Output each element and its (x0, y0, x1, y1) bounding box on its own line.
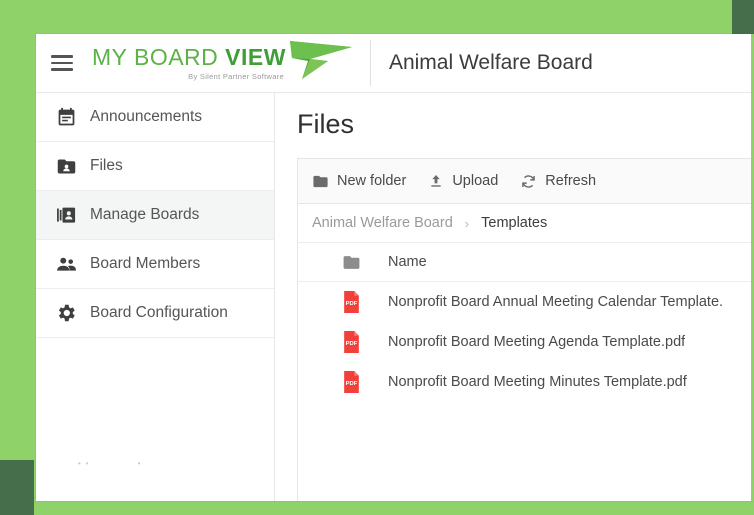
sidebar-footer: •• • (36, 461, 274, 501)
board-members-people-icon (48, 253, 84, 276)
upload-arrow-icon (428, 173, 444, 189)
svg-text:PDF: PDF (346, 381, 358, 387)
manage-boards-icon (48, 205, 84, 226)
table-row[interactable]: PDF Nonprofit Board Meeting Agenda Templ… (298, 322, 754, 362)
refresh-circular-arrow-icon (520, 173, 537, 190)
gear-icon (48, 302, 84, 324)
sidebar: Announcements Files Manage Boards Board … (36, 93, 275, 501)
logo-tagline: By Silent Partner Software (188, 71, 284, 81)
decorative-block-top-right (732, 0, 754, 36)
footer-marks-left: •• (78, 461, 94, 466)
chevron-right-icon: › (464, 215, 470, 231)
logo-wordmark-bold: VIEW (225, 43, 286, 70)
content-area: Files New folder Upload Refresh Animal W… (275, 93, 754, 501)
new-folder-label: New folder (337, 173, 407, 189)
folder-icon (312, 173, 329, 190)
table-header-row: Name (298, 243, 754, 282)
sidebar-item-manage-boards[interactable]: Manage Boards (36, 191, 274, 240)
page-title: Files (297, 109, 355, 139)
green-arrow-logo-mark (288, 37, 354, 86)
upload-label: Upload (452, 173, 499, 189)
pdf-file-icon: PDF (342, 371, 384, 393)
file-toolbar: New folder Upload Refresh (298, 159, 754, 204)
logo-text: MY BOARD VIEW By Silent Partner Software (92, 43, 286, 81)
app-window: MY BOARD VIEW By Silent Partner Software… (36, 34, 754, 501)
sidebar-item-board-members[interactable]: Board Members (36, 240, 274, 289)
board-title: Animal Welfare Board (388, 51, 593, 74)
pdf-file-icon: PDF (342, 291, 384, 313)
sidebar-item-files[interactable]: Files (36, 142, 274, 191)
folder-icon (342, 253, 384, 272)
upload-button[interactable]: Upload (428, 173, 498, 189)
table-row[interactable]: PDF Nonprofit Board Annual Meeting Calen… (298, 282, 754, 322)
column-header-name: Name (388, 254, 427, 270)
sidebar-item-label: Announcements (90, 108, 203, 125)
hamburger-menu-icon[interactable] (36, 55, 84, 71)
sidebar-item-label: Files (90, 157, 123, 174)
file-name: Nonprofit Board Annual Meeting Calendar … (388, 294, 724, 310)
svg-text:PDF: PDF (346, 341, 358, 347)
app-logo[interactable]: MY BOARD VIEW By Silent Partner Software (84, 34, 364, 92)
topbar-divider (369, 40, 371, 86)
file-manager-panel: New folder Upload Refresh Animal Welfare… (297, 158, 754, 501)
pdf-file-icon: PDF (342, 331, 384, 353)
announcements-calendar-icon (48, 107, 84, 128)
footer-marks-right: • (137, 461, 146, 466)
decorative-block-bottom-left (0, 460, 34, 515)
sidebar-item-announcements[interactable]: Announcements (36, 93, 274, 142)
files-folder-person-icon (48, 156, 84, 177)
breadcrumb-item-root[interactable]: Animal Welfare Board (312, 215, 453, 231)
sidebar-item-board-configuration[interactable]: Board Configuration (36, 289, 274, 338)
logo-wordmark-light: MY BOARD (92, 43, 226, 70)
sidebar-item-label: Board Configuration (90, 304, 228, 321)
app-body: Announcements Files Manage Boards Board … (36, 93, 754, 501)
svg-text:PDF: PDF (346, 301, 358, 307)
sidebar-item-label: Manage Boards (90, 206, 200, 223)
file-name: Nonprofit Board Meeting Agenda Template.… (388, 334, 686, 350)
file-name: Nonprofit Board Meeting Minutes Template… (388, 374, 687, 390)
refresh-button[interactable]: Refresh (520, 173, 596, 190)
file-list: PDF Nonprofit Board Annual Meeting Calen… (298, 282, 754, 501)
table-row[interactable]: PDF Nonprofit Board Meeting Minutes Temp… (298, 362, 754, 402)
refresh-label: Refresh (545, 173, 597, 189)
new-folder-button[interactable]: New folder (312, 173, 406, 190)
breadcrumb: Animal Welfare Board › Templates (298, 204, 754, 243)
breadcrumb-item-current[interactable]: Templates (481, 215, 547, 231)
top-bar: MY BOARD VIEW By Silent Partner Software… (36, 34, 754, 93)
logo-wordmark: MY BOARD VIEW (92, 43, 286, 70)
sidebar-item-label: Board Members (90, 255, 201, 272)
